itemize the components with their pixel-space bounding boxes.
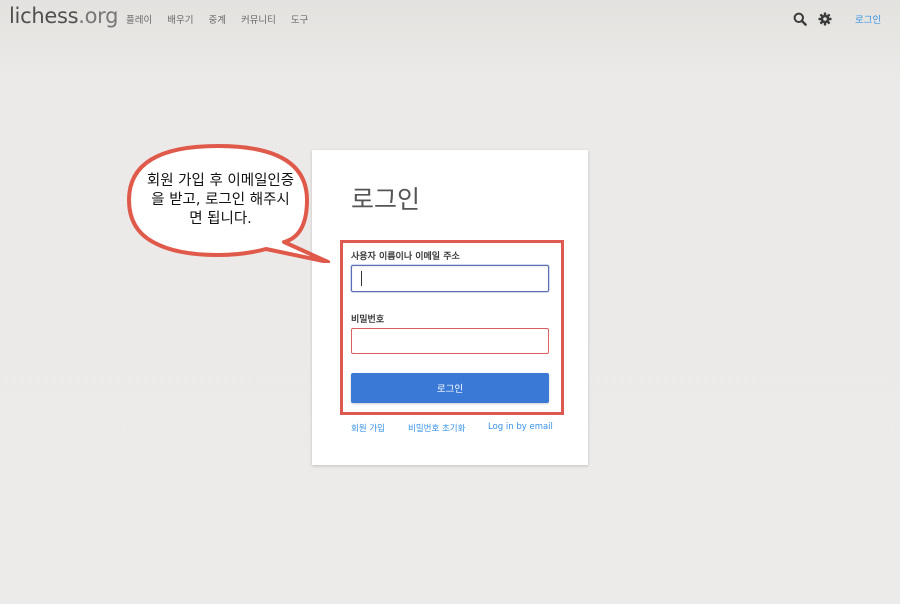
annotation-line-2: 을 받고, 로그인 해주시 [151, 192, 290, 208]
text-caret [361, 271, 362, 286]
password-label: 비밀번호 [351, 315, 385, 325]
gear-icon[interactable] [818, 12, 832, 26]
auth-links: 회원 가입 비밀번호 초기화 Log in by email [312, 422, 588, 436]
search-icon[interactable] [793, 12, 807, 26]
login-submit-button[interactable]: 로그인 [351, 373, 549, 403]
main-nav: 플레이 배우기 중계 커뮤니티 도구 [126, 12, 323, 26]
username-input[interactable] [351, 265, 549, 292]
logo-name: lichess [9, 4, 79, 28]
signin-link[interactable]: 로그인 [855, 12, 881, 26]
site-logo[interactable]: lichess.org [9, 4, 118, 28]
top-bar: lichess.org 플레이 배우기 중계 커뮤니티 도구 로그인 [0, 0, 900, 40]
annotation-line-1: 회원 가입 후 이메일인증 [146, 173, 295, 189]
page-title: 로그인 [351, 185, 421, 214]
signup-link[interactable]: 회원 가입 [351, 422, 385, 434]
nav-watch[interactable]: 중계 [208, 12, 225, 26]
logo-tld: .org [78, 4, 119, 28]
nav-play[interactable]: 플레이 [126, 12, 152, 26]
login-card: 로그인 사용자 이름이나 이메일 주소 비밀번호 로그인 회원 가입 비밀번호 … [312, 150, 588, 465]
annotation-text: 회원 가입 후 이메일인증 을 받고, 로그인 해주시 면 됩니다. [133, 172, 308, 229]
annotation-line-3: 면 됩니다. [189, 211, 252, 227]
nav-tools[interactable]: 도구 [291, 12, 308, 26]
email-login-link[interactable]: Log in by email [488, 422, 553, 432]
password-input[interactable] [351, 328, 549, 354]
password-reset-link[interactable]: 비밀번호 초기화 [408, 422, 465, 434]
nav-learn[interactable]: 배우기 [167, 12, 193, 26]
nav-community[interactable]: 커뮤니티 [241, 12, 276, 26]
username-label: 사용자 이름이나 이메일 주소 [351, 252, 460, 262]
